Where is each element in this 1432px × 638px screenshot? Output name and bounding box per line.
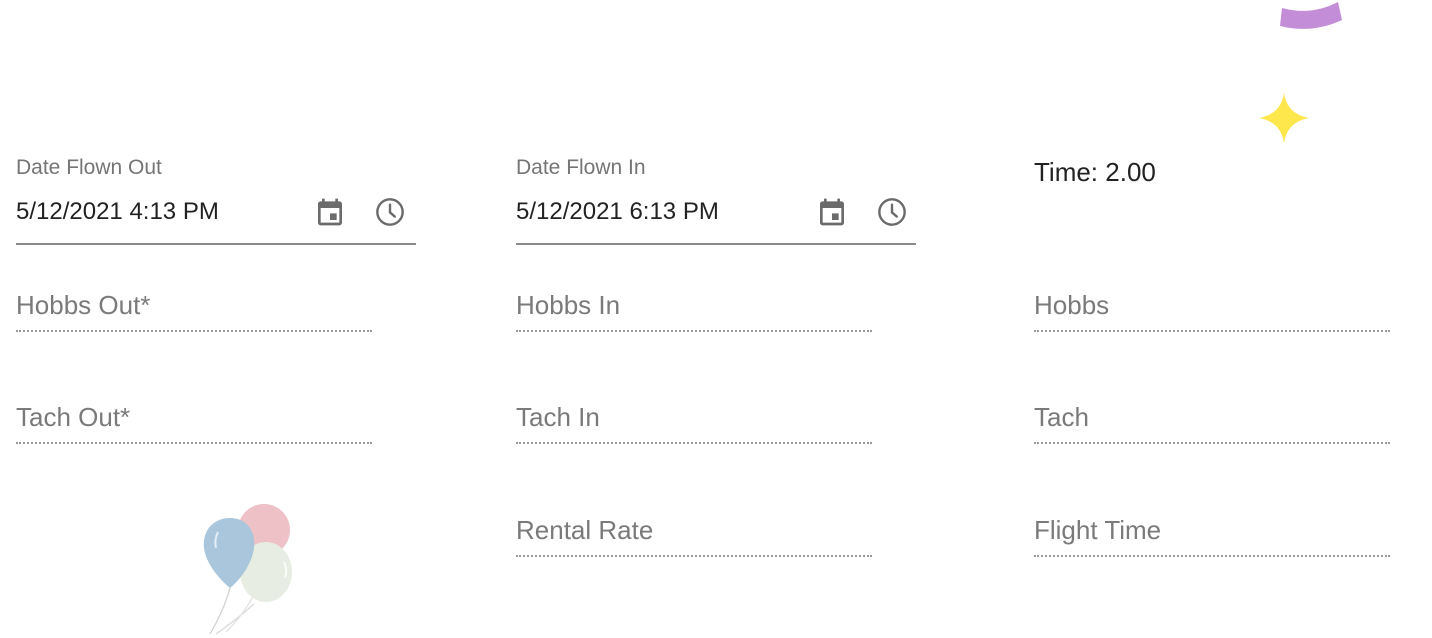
hobbs-input[interactable]: Hobbs	[1034, 290, 1390, 332]
hobbs-placeholder: Hobbs	[1034, 290, 1110, 320]
tach-out-underline	[16, 442, 372, 444]
date-flown-out-field[interactable]: Date Flown Out 5/12/2021 4:13 PM	[16, 156, 416, 246]
confetti-arc-icon	[1280, 2, 1342, 29]
hobbs-in-underline	[516, 330, 872, 332]
hobbs-out-input[interactable]: Hobbs Out*	[16, 290, 372, 332]
date-flown-in-field[interactable]: Date Flown In 5/12/2021 6:13 PM	[516, 156, 916, 246]
clock-icon[interactable]	[374, 196, 406, 228]
hobbs-in-input[interactable]: Hobbs In	[516, 290, 872, 332]
tach-input[interactable]: Tach	[1034, 402, 1390, 444]
time-readout: Time: 2.00	[1034, 157, 1156, 187]
sparkle-star-icon	[1259, 93, 1309, 143]
rental-rate-input[interactable]: Rental Rate	[516, 515, 872, 557]
tach-in-input[interactable]: Tach In	[516, 402, 872, 444]
flight-log-form: Date Flown Out 5/12/2021 4:13 PM Date Fl…	[0, 0, 1432, 638]
flight-time-input[interactable]: Flight Time	[1034, 515, 1390, 557]
date-flown-in-value[interactable]: 5/12/2021 6:13 PM	[516, 198, 719, 226]
rental-rate-underline	[516, 555, 872, 557]
clock-icon[interactable]	[876, 196, 908, 228]
hobbs-out-placeholder: Hobbs Out*	[16, 290, 151, 320]
flight-time-placeholder: Flight Time	[1034, 515, 1162, 545]
tach-placeholder: Tach	[1034, 402, 1089, 432]
hobbs-in-placeholder: Hobbs In	[516, 290, 621, 320]
hobbs-out-underline	[16, 330, 372, 332]
date-flown-out-value[interactable]: 5/12/2021 4:13 PM	[16, 198, 219, 226]
tach-out-input[interactable]: Tach Out*	[16, 402, 372, 444]
calendar-icon[interactable]	[816, 196, 848, 228]
date-flown-in-label: Date Flown In	[516, 156, 646, 179]
balloons-icon	[203, 504, 292, 635]
date-flown-out-label: Date Flown Out	[16, 156, 162, 179]
calendar-icon[interactable]	[314, 196, 346, 228]
tach-underline	[1034, 442, 1390, 444]
flight-time-underline	[1034, 555, 1390, 557]
tach-in-placeholder: Tach In	[516, 402, 600, 432]
date-flown-in-underline	[516, 243, 916, 245]
tach-out-placeholder: Tach Out*	[16, 402, 131, 432]
date-flown-out-underline	[16, 243, 416, 245]
tach-in-underline	[516, 442, 872, 444]
rental-rate-placeholder: Rental Rate	[516, 515, 654, 545]
hobbs-underline	[1034, 330, 1390, 332]
